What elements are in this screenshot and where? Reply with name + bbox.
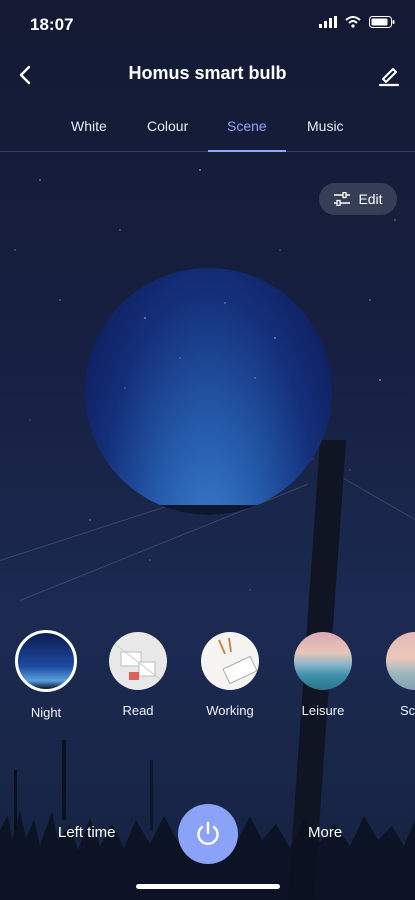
home-indicator[interactable] — [136, 884, 280, 889]
more-button[interactable]: More — [308, 824, 342, 841]
scene-thumbnail — [201, 632, 259, 690]
signal-icon — [319, 16, 337, 28]
tab-scene[interactable]: Scene — [227, 118, 267, 134]
tab-colour[interactable]: Colour — [147, 118, 188, 134]
scene-read[interactable]: Read — [105, 632, 171, 718]
preview-stars — [124, 302, 276, 389]
scene-label: Sc — [400, 703, 415, 718]
scene-label: Night — [30, 705, 62, 720]
pencil-icon — [378, 68, 400, 87]
status-bar: 18:07 — [0, 0, 415, 50]
wifi-icon — [345, 16, 361, 28]
sliders-icon — [334, 192, 351, 206]
scene-preview — [85, 268, 332, 515]
active-tab-indicator — [208, 150, 286, 152]
scene-thumbnail — [15, 630, 77, 692]
scene-list: Night Read Working Leisure Sc — [0, 630, 415, 727]
status-icons — [319, 16, 395, 28]
scene-working[interactable]: Working — [197, 632, 263, 718]
scene-thumbnail — [294, 632, 352, 690]
room-illustration — [114, 643, 162, 681]
nav-bar: Homus smart bulb — [0, 55, 415, 95]
scene-label: Read — [122, 703, 154, 718]
scene-leisure[interactable]: Leisure — [290, 632, 356, 718]
scene-thumbnail — [109, 632, 167, 690]
edit-label: Edit — [358, 191, 383, 207]
scene-partial[interactable]: Sc — [382, 632, 415, 718]
scene-thumbnail — [386, 632, 415, 690]
edit-scenes-button[interactable]: Edit — [319, 183, 397, 215]
tab-white[interactable]: White — [71, 118, 107, 134]
bottom-bar: Left time More — [0, 790, 415, 880]
power-icon — [197, 821, 219, 845]
mode-tabs: White Colour Scene Music — [0, 108, 415, 152]
page-title: Homus smart bulb — [128, 63, 287, 83]
scene-night[interactable]: Night — [13, 630, 79, 720]
tab-music[interactable]: Music — [307, 118, 344, 134]
preview-horizon — [85, 505, 332, 515]
rename-button[interactable] — [375, 61, 403, 89]
scene-label: Working — [206, 703, 254, 718]
desk-illustration — [218, 637, 258, 685]
status-time: 18:07 — [30, 15, 74, 34]
scene-label: Leisure — [301, 703, 345, 718]
left-time-button[interactable]: Left time — [58, 824, 116, 841]
power-button[interactable] — [178, 804, 238, 864]
battery-icon — [369, 16, 395, 28]
